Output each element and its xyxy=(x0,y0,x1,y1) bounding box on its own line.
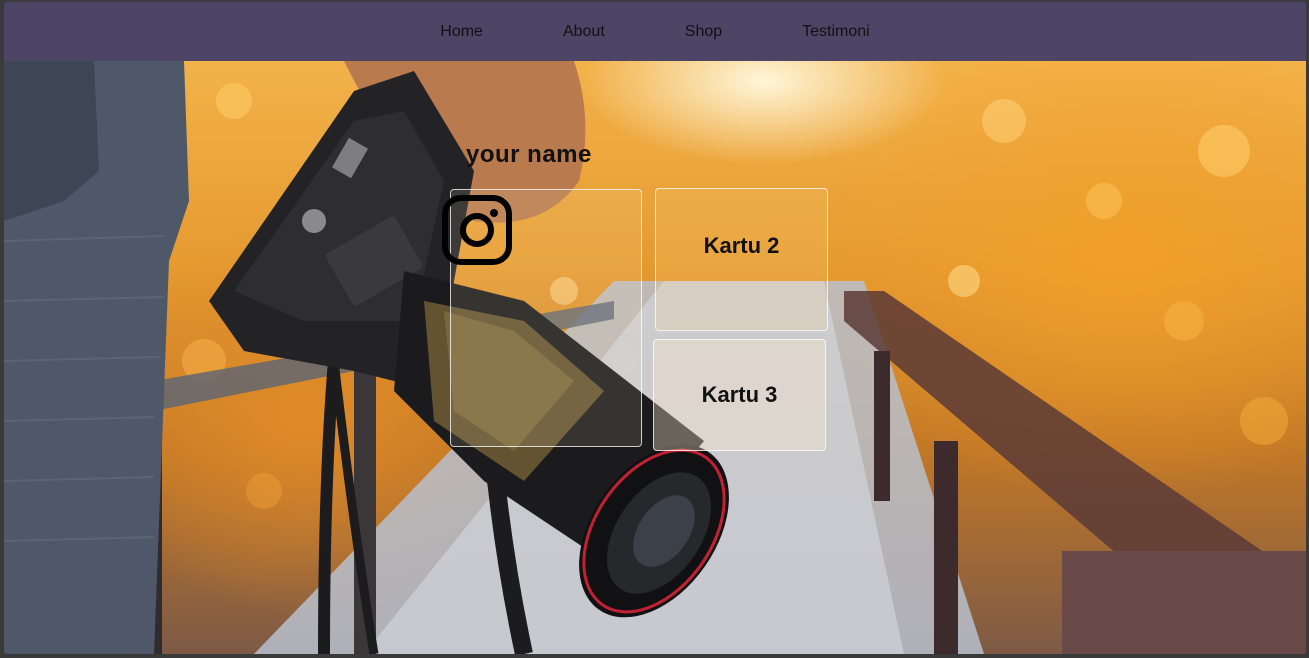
browser-viewport: Home About Shop Testimoni your name Kart… xyxy=(4,2,1306,654)
card-2[interactable]: Kartu 2 xyxy=(655,188,828,331)
hero-section: your name Kartu 2 Kartu 3 xyxy=(4,61,1306,654)
nav-shop[interactable]: Shop xyxy=(685,23,722,41)
nav-home[interactable]: Home xyxy=(440,23,483,41)
card-1-instagram[interactable] xyxy=(442,189,642,447)
navbar: Home About Shop Testimoni xyxy=(4,2,1306,61)
card-2-label: Kartu 2 xyxy=(703,233,780,258)
card-3-label: Kartu 3 xyxy=(701,382,778,407)
instagram-icon[interactable] xyxy=(441,194,513,266)
card-3[interactable]: Kartu 3 xyxy=(653,339,826,451)
page-title: your name xyxy=(466,141,592,168)
nav-testimoni[interactable]: Testimoni xyxy=(802,23,870,41)
nav-about[interactable]: About xyxy=(563,23,605,41)
